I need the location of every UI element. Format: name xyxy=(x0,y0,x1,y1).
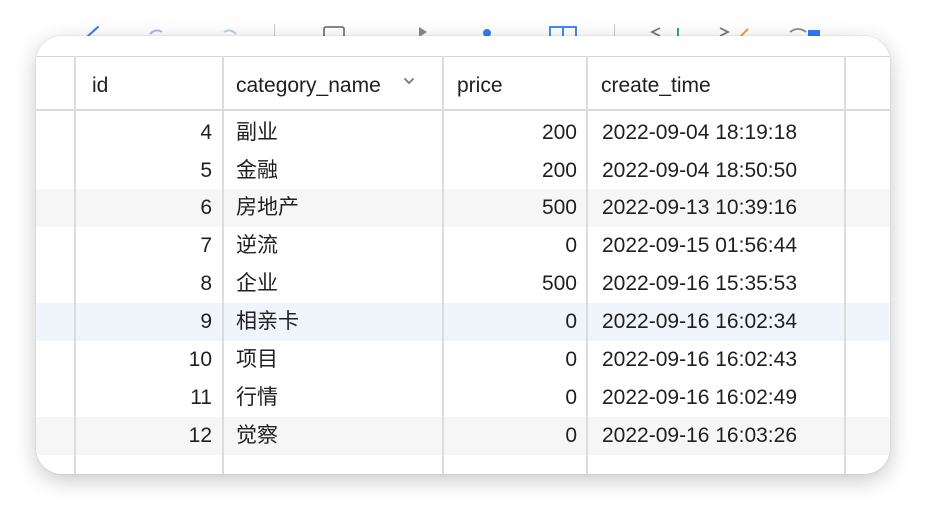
cell-category-name[interactable]: 企业 xyxy=(236,265,436,303)
screenshot-stage: id category_name price create_time 4 副业 … xyxy=(0,0,926,510)
column-divider[interactable] xyxy=(844,56,846,474)
cell-id[interactable]: 9 xyxy=(76,303,212,341)
column-divider[interactable] xyxy=(586,56,588,474)
column-header-price[interactable]: price xyxy=(457,74,503,98)
column-divider[interactable] xyxy=(442,56,444,474)
cell-create-time[interactable]: 2022-09-16 16:03:26 xyxy=(602,417,830,455)
cell-price[interactable]: 0 xyxy=(446,227,577,265)
cell-create-time[interactable]: 2022-09-13 10:39:16 xyxy=(602,189,830,227)
cell-category-name[interactable]: 项目 xyxy=(236,341,436,379)
table-row-selected[interactable]: 9 相亲卡 0 2022-09-16 16:02:34 xyxy=(36,303,890,341)
cell-category-name[interactable]: 觉察 xyxy=(236,417,436,455)
cell-id[interactable]: 6 xyxy=(76,189,212,227)
table-row[interactable]: 7 逆流 0 2022-09-15 01:56:44 xyxy=(36,227,890,265)
cell-create-time[interactable]: 2022-09-15 01:56:44 xyxy=(602,227,830,265)
cell-create-time[interactable]: 2022-09-16 15:35:53 xyxy=(602,265,830,303)
cell-price[interactable]: 0 xyxy=(446,417,577,455)
cell-category-name[interactable]: 行情 xyxy=(236,379,436,417)
cell-create-time[interactable]: 2022-09-16 16:02:43 xyxy=(602,341,830,379)
results-card: id category_name price create_time 4 副业 … xyxy=(36,36,890,474)
table-row[interactable]: 12 觉察 0 2022-09-16 16:03:26 xyxy=(36,417,890,455)
cell-create-time[interactable]: 2022-09-04 18:19:18 xyxy=(602,114,830,152)
data-grid: id category_name price create_time 4 副业 … xyxy=(36,36,890,474)
chevron-down-icon[interactable] xyxy=(402,74,416,88)
cell-id[interactable]: 7 xyxy=(76,227,212,265)
cell-category-name[interactable]: 房地产 xyxy=(236,189,436,227)
cell-id[interactable]: 8 xyxy=(76,265,212,303)
cell-category-name[interactable]: 金融 xyxy=(236,152,436,190)
cell-id[interactable]: 12 xyxy=(76,417,212,455)
cell-id[interactable]: 10 xyxy=(76,341,212,379)
table-row[interactable]: 6 房地产 500 2022-09-13 10:39:16 xyxy=(36,189,890,227)
cell-price[interactable]: 200 xyxy=(446,152,577,190)
table-row[interactable]: 5 金融 200 2022-09-04 18:50:50 xyxy=(36,152,890,190)
cell-price[interactable]: 500 xyxy=(446,265,577,303)
cell-create-time[interactable]: 2022-09-04 18:50:50 xyxy=(602,152,830,190)
cell-category-name[interactable]: 相亲卡 xyxy=(236,303,436,341)
table-row[interactable]: 11 行情 0 2022-09-16 16:02:49 xyxy=(36,379,890,417)
cell-price[interactable]: 0 xyxy=(446,341,577,379)
cell-price[interactable]: 200 xyxy=(446,114,577,152)
cell-price[interactable]: 0 xyxy=(446,379,577,417)
cell-id[interactable]: 11 xyxy=(76,379,212,417)
table-row[interactable]: 10 项目 0 2022-09-16 16:02:43 xyxy=(36,341,890,379)
column-header-create-time[interactable]: create_time xyxy=(601,74,711,98)
column-header-id[interactable]: id xyxy=(92,74,108,98)
column-divider[interactable] xyxy=(222,56,224,474)
cell-category-name[interactable]: 逆流 xyxy=(236,227,436,265)
column-header-category-name[interactable]: category_name xyxy=(236,74,381,98)
header-top-border xyxy=(36,56,890,57)
cell-create-time[interactable]: 2022-09-16 16:02:49 xyxy=(602,379,830,417)
cell-id[interactable]: 4 xyxy=(76,114,212,152)
cell-price[interactable]: 500 xyxy=(446,189,577,227)
table-row[interactable]: 8 企业 500 2022-09-16 15:35:53 xyxy=(36,265,890,303)
column-divider[interactable] xyxy=(74,56,76,474)
cell-category-name[interactable]: 副业 xyxy=(236,114,436,152)
header-bottom-border xyxy=(36,109,890,111)
cell-create-time[interactable]: 2022-09-16 16:02:34 xyxy=(602,303,830,341)
cell-id[interactable]: 5 xyxy=(76,152,212,190)
toolbar xyxy=(36,0,890,40)
table-row[interactable]: 4 副业 200 2022-09-04 18:19:18 xyxy=(36,114,890,152)
cell-price[interactable]: 0 xyxy=(446,303,577,341)
